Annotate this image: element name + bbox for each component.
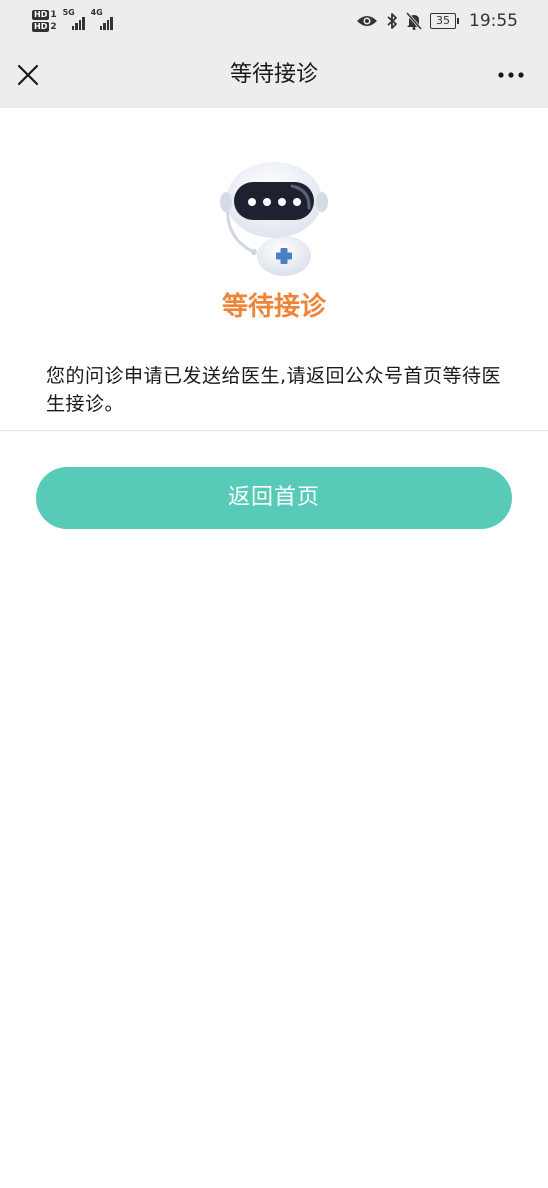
navigation-bar: 等待接诊 xyxy=(0,42,548,108)
battery-level: 35 xyxy=(430,13,456,29)
bell-off-icon xyxy=(406,12,422,30)
sim1-number: 1 xyxy=(50,10,57,20)
robot-doctor-icon xyxy=(220,162,328,276)
signal-bars-icon xyxy=(71,17,85,30)
sim1-indicator: HD 1 xyxy=(32,10,57,20)
sim-indicators: HD 1 HD 2 xyxy=(32,10,57,32)
divider xyxy=(0,430,548,431)
status-bar-right: 35 19:55 xyxy=(356,8,518,34)
status-bar: HD 1 HD 2 5G 4G 35 19:55 xyxy=(0,0,548,42)
sim2-hd-badge: HD xyxy=(32,22,50,32)
sim1-hd-badge: HD xyxy=(32,10,50,20)
status-title: 等待接诊 xyxy=(221,292,326,322)
return-home-button[interactable]: 返回首页 xyxy=(36,467,512,529)
top-bar: HD 1 HD 2 5G 4G 35 19:55 等待接诊 xyxy=(0,0,548,108)
battery-icon: 35 xyxy=(430,13,459,29)
network-4g-label: 4G xyxy=(90,8,103,17)
signal-bars-icon xyxy=(99,17,113,30)
sim2-number: 2 xyxy=(50,22,57,32)
sim2-indicator: HD 2 xyxy=(32,22,57,32)
network-5g-label: 5G xyxy=(62,8,75,17)
signal-5g: 5G xyxy=(63,8,85,30)
more-icon[interactable] xyxy=(496,64,526,86)
page-title: 等待接诊 xyxy=(229,62,318,87)
status-bar-left: HD 1 HD 2 5G 4G xyxy=(32,6,113,36)
status-message: 您的问诊申请已发送给医生,请返回公众号首页等待医生接诊。 xyxy=(46,365,502,415)
signal-4g: 4G xyxy=(91,8,113,30)
eye-icon xyxy=(357,16,377,26)
status-time: 19:55 xyxy=(469,11,518,31)
bluetooth-icon xyxy=(387,13,397,29)
